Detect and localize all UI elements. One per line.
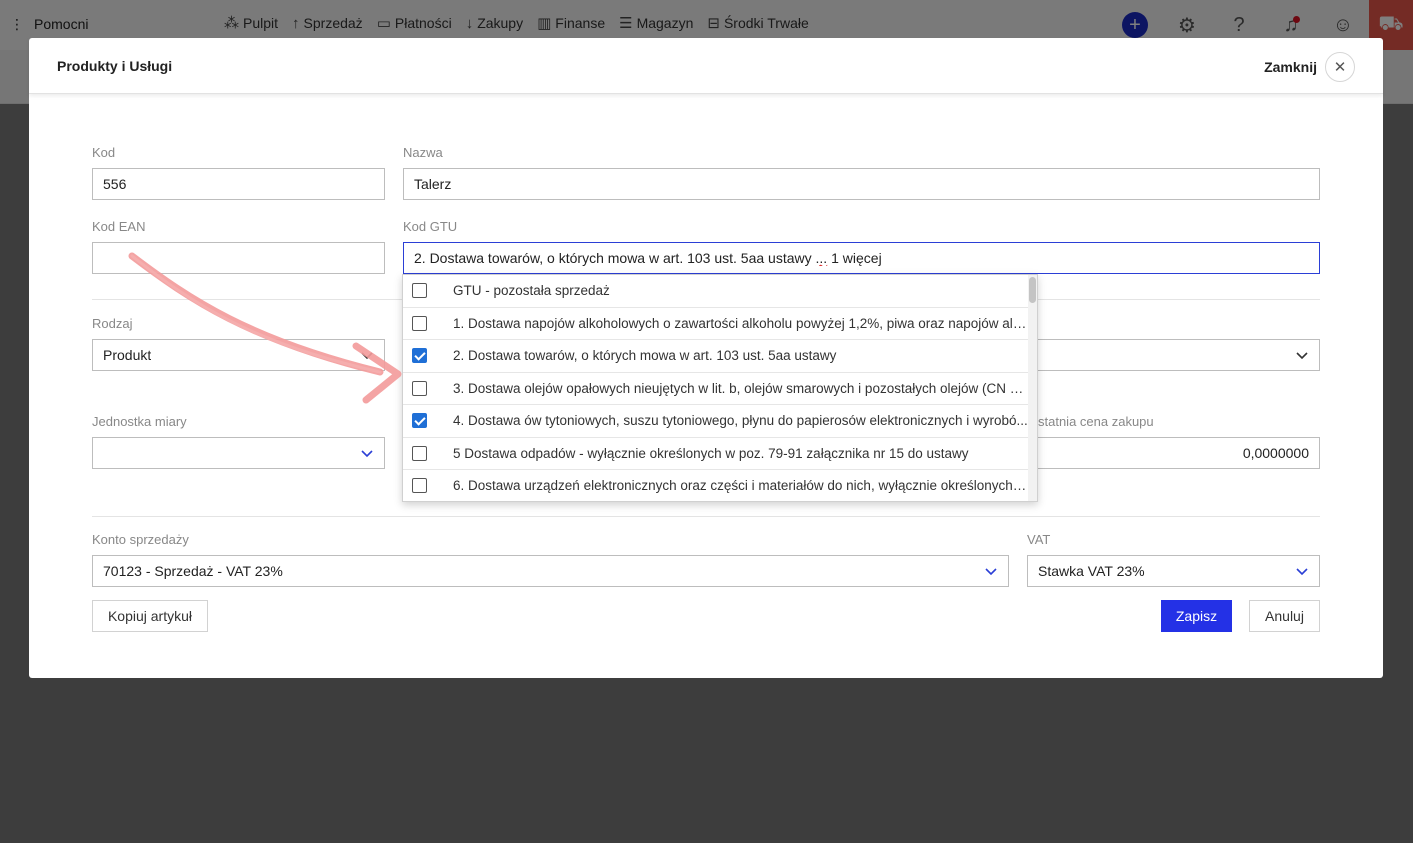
chevron-down-icon	[985, 568, 997, 576]
jednostka-label: Jednostka miary	[92, 414, 187, 429]
close-icon: ✕	[1333, 59, 1347, 76]
vat-label: VAT	[1027, 532, 1051, 547]
dialog-header: Produkty i Usługi Zamknij ✕	[29, 38, 1383, 94]
dropdown-scrollbar[interactable]	[1028, 275, 1037, 501]
gtu-option[interactable]: 3. Dostawa olejów opałowych nieujętych w…	[403, 373, 1029, 405]
kod-label: Kod	[92, 145, 116, 160]
gtu-option[interactable]: 1. Dostawa napojów alkoholowych o zawart…	[403, 308, 1029, 340]
gtu-option[interactable]: 6. Dostawa urządzeń elektronicznych oraz…	[403, 470, 1029, 501]
ostatnia-cena-input[interactable]: 0,0000000	[1019, 437, 1320, 469]
close-label[interactable]: Zamknij	[1264, 59, 1317, 75]
gtu-ellipsis: ...	[815, 250, 828, 266]
jednostka-select[interactable]	[92, 437, 385, 469]
save-button[interactable]: Zapisz	[1161, 600, 1232, 632]
gtu-more-count: 1 więcej	[831, 250, 882, 266]
checkbox[interactable]	[412, 348, 427, 364]
kod-input[interactable]: 556	[92, 168, 385, 200]
ostatnia-cena-label: statnia cena zakupu	[1038, 414, 1154, 429]
close-button[interactable]: ✕	[1325, 52, 1355, 82]
nazwa-input[interactable]: Talerz	[403, 168, 1320, 200]
chevron-down-icon	[1296, 352, 1308, 360]
product-dialog: Produkty i Usługi Zamknij ✕ Kod 556 Nazw…	[29, 38, 1383, 678]
nazwa-label: Nazwa	[403, 145, 443, 160]
vat-select[interactable]: Stawka VAT 23%	[1027, 555, 1320, 587]
scroll-thumb[interactable]	[1029, 277, 1036, 303]
secondary-select[interactable]	[1019, 339, 1320, 371]
gtu-multiselect[interactable]: 2. Dostawa towarów, o których mowa w art…	[403, 242, 1320, 274]
rodzaj-label: Rodzaj	[92, 316, 133, 331]
gtu-option[interactable]: 5 Dostawa odpadów - wyłącznie określonyc…	[403, 438, 1029, 470]
close-control[interactable]: Zamknij ✕	[1264, 52, 1355, 82]
gtu-dropdown-list[interactable]: GTU - pozostała sprzedaż 1. Dostawa napo…	[402, 274, 1038, 502]
copy-article-button[interactable]: Kopiuj artykuł	[92, 600, 208, 632]
konto-select[interactable]: 70123 - Sprzedaż - VAT 23%	[92, 555, 1009, 587]
chevron-down-icon	[361, 450, 373, 458]
gtu-option[interactable]: GTU - pozostała sprzedaż	[403, 275, 1029, 308]
gtu-option[interactable]: 4. Dostawa ów tytoniowych, suszu tytonio…	[403, 405, 1029, 438]
rodzaj-select[interactable]: Produkt	[92, 339, 385, 371]
checkbox[interactable]	[412, 315, 427, 331]
konto-label: Konto sprzedaży	[92, 532, 189, 547]
section-divider	[92, 516, 1320, 517]
gtu-label: Kod GTU	[403, 219, 458, 234]
checkbox[interactable]	[412, 478, 427, 494]
gtu-selected-value: 2. Dostawa towarów, o których mowa w art…	[414, 250, 882, 266]
ean-input[interactable]	[92, 242, 385, 274]
checkbox[interactable]	[412, 283, 427, 299]
dialog-title: Produkty i Usługi	[57, 58, 173, 74]
cancel-button[interactable]: Anuluj	[1249, 600, 1320, 632]
checkbox[interactable]	[412, 413, 427, 429]
gtu-option[interactable]: 2. Dostawa towarów, o których mowa w art…	[403, 340, 1029, 373]
checkbox[interactable]	[412, 445, 427, 461]
chevron-down-icon	[361, 352, 373, 360]
checkbox[interactable]	[412, 380, 427, 396]
ean-label: Kod EAN	[92, 219, 146, 234]
chevron-down-icon	[1296, 568, 1308, 576]
